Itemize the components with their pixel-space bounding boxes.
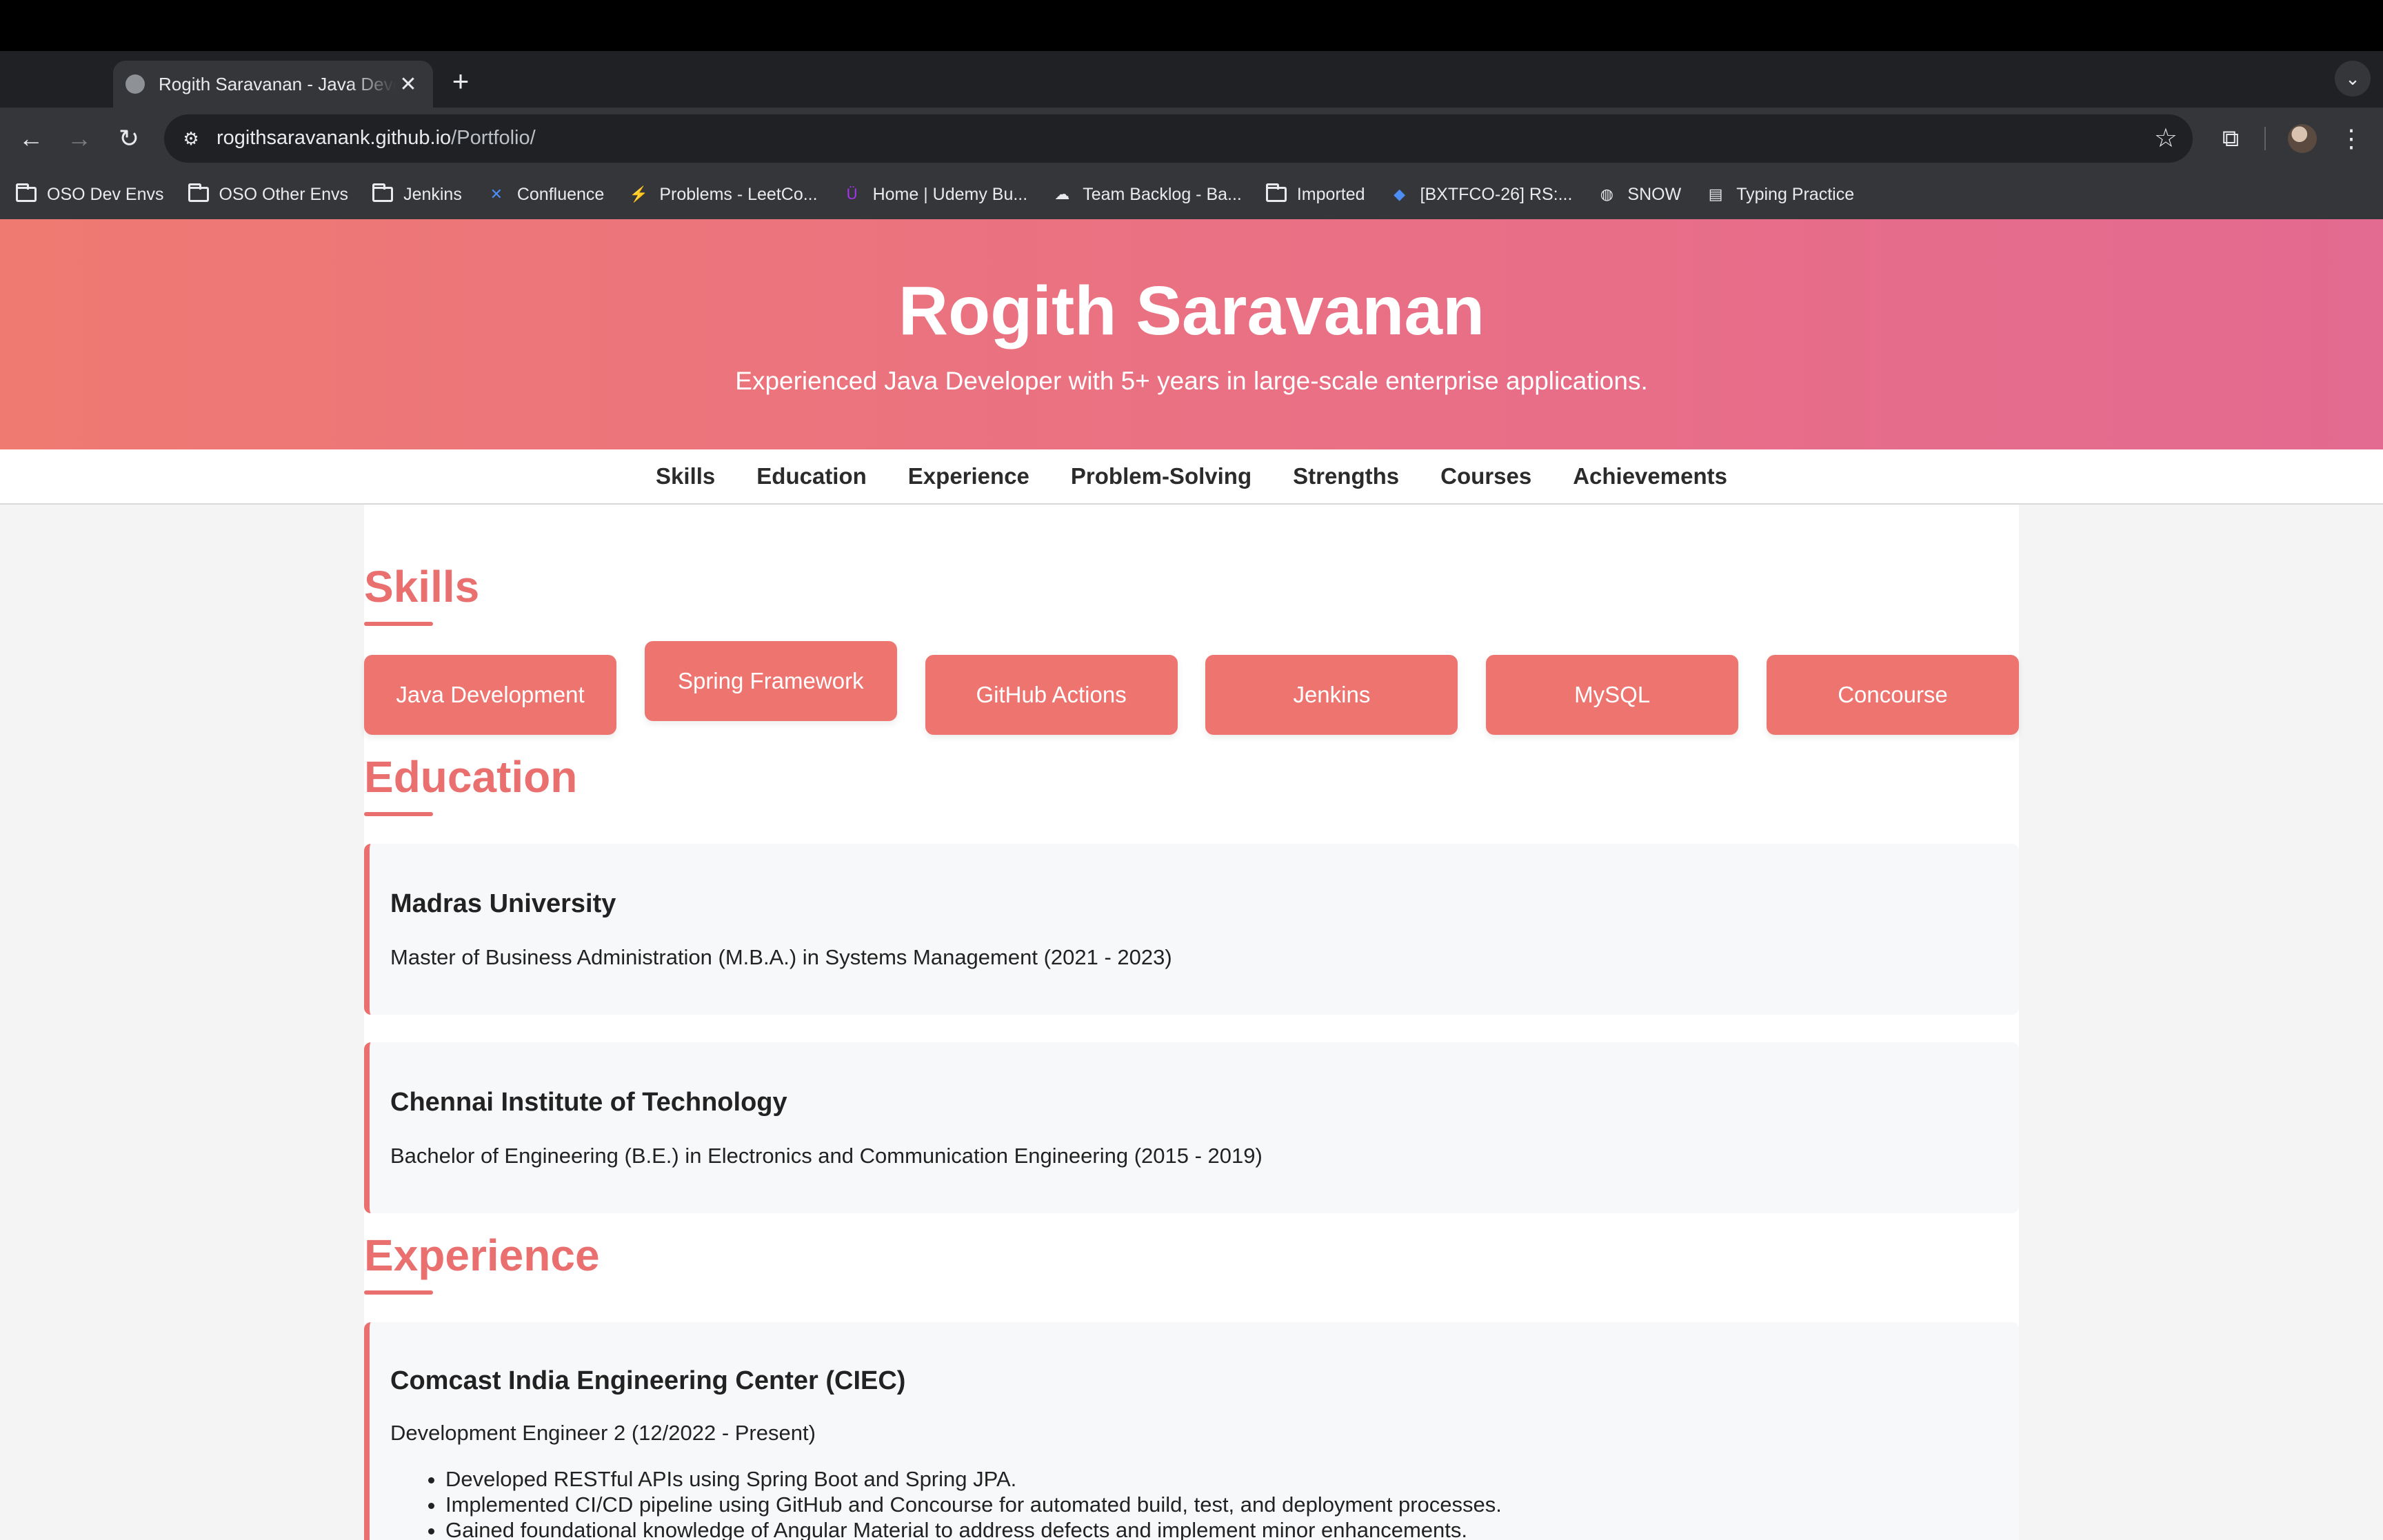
- bookmark-label: Problems - LeetCo...: [659, 184, 818, 204]
- education-heading: Education: [364, 752, 578, 816]
- new-tab-button[interactable]: +: [447, 65, 474, 98]
- skill-card[interactable]: Spring Framework: [644, 641, 897, 721]
- bookmark-star-icon[interactable]: ☆: [2154, 123, 2178, 154]
- hero-header: Rogith Saravanan Experienced Java Develo…: [0, 219, 2383, 449]
- main-content: Skills Java Development Spring Framework G…: [364, 505, 2019, 1540]
- skill-card[interactable]: Concourse: [1767, 655, 2019, 735]
- folder-icon: [188, 183, 210, 203]
- backlog-icon: ☁: [1054, 185, 1070, 203]
- nav-link-problem-solving[interactable]: Problem-Solving: [1071, 463, 1251, 489]
- tab-title: Rogith Saravanan - Java Developer: [159, 73, 396, 94]
- bookmark-label: Imported: [1296, 184, 1365, 204]
- jira-icon: ◆: [1394, 185, 1405, 203]
- skill-card[interactable]: Java Development: [364, 655, 616, 735]
- nav-link-courses[interactable]: Courses: [1440, 463, 1531, 489]
- nav-link-skills[interactable]: Skills: [656, 463, 715, 489]
- confluence-icon: ✕: [490, 185, 503, 203]
- folder-icon: [1265, 183, 1287, 203]
- bookmark-label: Home | Udemy Bu...: [872, 184, 1028, 204]
- experience-heading: Experience: [364, 1230, 600, 1295]
- nav-link-experience[interactable]: Experience: [908, 463, 1029, 489]
- list-item: Developed RESTful APIs using Spring Boot…: [445, 1466, 2019, 1492]
- degree-text: Bachelor of Engineering (B.E.) in Electr…: [390, 1144, 1263, 1168]
- nav-link-strengths[interactable]: Strengths: [1293, 463, 1399, 489]
- bookmark-item[interactable]: ⚡ Problems - LeetCo...: [627, 184, 818, 205]
- skill-card[interactable]: Jenkins: [1205, 655, 1458, 735]
- bookmark-item[interactable]: Jenkins: [372, 183, 462, 205]
- school-name: Chennai Institute of Technology: [390, 1088, 787, 1117]
- bookmark-item[interactable]: ◍ SNOW: [1596, 185, 1681, 205]
- browser-toolbar: ← → ↻ ⚙ rogithsaravanank.github.io/Portf…: [0, 108, 2383, 170]
- bookmark-label: Typing Practice: [1736, 184, 1855, 204]
- url-path: /Portfolio/: [451, 127, 536, 149]
- toolbar-divider: [2264, 127, 2266, 150]
- education-card: Chennai Institute of Technology Bachelor…: [364, 1042, 2019, 1213]
- reload-icon[interactable]: ↻: [112, 121, 146, 156]
- udemy-icon: Ü: [846, 185, 858, 203]
- experience-bullets: Developed RESTful APIs using Spring Boot…: [445, 1466, 2019, 1540]
- bookmark-item[interactable]: ☁ Team Backlog - Ba...: [1051, 185, 1242, 205]
- portfolio-page: Rogith Saravanan Experienced Java Develo…: [0, 219, 2383, 1540]
- list-item: Implemented CI/CD pipeline using GitHub …: [445, 1492, 2019, 1517]
- folder-icon: [372, 183, 394, 203]
- extensions-puzzle-icon[interactable]: ⧉: [2213, 121, 2248, 156]
- bookmark-label: [BXTFCO-26] RS:...: [1420, 184, 1573, 204]
- bookmark-label: SNOW: [1627, 184, 1682, 204]
- list-item: Gained foundational knowledge of Angular…: [445, 1517, 2019, 1540]
- address-bar[interactable]: ⚙ rogithsaravanank.github.io/Portfolio/ …: [164, 114, 2193, 163]
- browser-chrome: Rogith Saravanan - Java Developer ✕ + ⌄ …: [0, 0, 2383, 219]
- bookmark-item[interactable]: ✕ Confluence: [485, 184, 605, 205]
- tab-strip: Rogith Saravanan - Java Developer ✕ + ⌄: [0, 51, 2383, 108]
- close-tab-icon[interactable]: ✕: [396, 72, 421, 97]
- profile-avatar[interactable]: [2288, 124, 2317, 153]
- bookmark-item[interactable]: Imported: [1265, 183, 1365, 205]
- section-nav: Skills Education Experience Problem-Solving…: [0, 449, 2383, 505]
- bookmark-item[interactable]: ◆ [BXTFCO-26] RS:...: [1389, 184, 1573, 205]
- bookmark-item[interactable]: Ü Home | Udemy Bu...: [841, 185, 1028, 205]
- nav-link-achievements[interactable]: Achievements: [1573, 463, 1727, 489]
- bookmark-item[interactable]: OSO Other Envs: [188, 183, 349, 205]
- degree-text: Master of Business Administration (M.B.A…: [390, 945, 1172, 969]
- bookmarks-bar: OSO Dev Envs OSO Other Envs Jenkins ✕ Conflu…: [0, 170, 2383, 219]
- leetcode-icon: ⚡: [629, 185, 649, 203]
- company-name: Comcast India Engineering Center (CIEC): [390, 1366, 906, 1395]
- forward-arrow-icon[interactable]: →: [62, 121, 97, 156]
- bookmark-label: Team Backlog - Ba...: [1083, 184, 1242, 204]
- tagline: Experienced Java Developer with 5+ years…: [735, 367, 1648, 395]
- page-title: Rogith Saravanan: [898, 272, 1485, 349]
- active-tab[interactable]: Rogith Saravanan - Java Developer ✕: [113, 61, 433, 108]
- bookmark-item[interactable]: OSO Dev Envs: [15, 183, 164, 205]
- bookmark-label: OSO Other Envs: [219, 184, 349, 204]
- url-text[interactable]: rogithsaravanank.github.io/Portfolio/: [217, 127, 536, 150]
- bookmark-label: OSO Dev Envs: [47, 184, 164, 204]
- globe-icon: ◍: [1600, 185, 1613, 203]
- nav-link-education[interactable]: Education: [756, 463, 867, 489]
- site-settings-icon[interactable]: ⚙: [177, 124, 205, 153]
- folder-icon: [15, 183, 37, 203]
- experience-card: Comcast India Engineering Center (CIEC) …: [364, 1322, 2019, 1540]
- typing-icon: ▤: [1708, 185, 1723, 203]
- role-text: Development Engineer 2 (12/2022 - Presen…: [390, 1421, 816, 1445]
- school-name: Madras University: [390, 889, 616, 918]
- tab-search-chevron-icon[interactable]: ⌄: [2335, 61, 2371, 97]
- education-card: Madras University Master of Business Adm…: [364, 844, 2019, 1015]
- bookmark-label: Jenkins: [403, 184, 462, 204]
- window-top-bar: [0, 0, 2383, 51]
- bookmark-label: Confluence: [516, 184, 605, 204]
- skill-card[interactable]: MySQL: [1486, 655, 1739, 735]
- url-host: rogithsaravanank.github.io: [217, 127, 452, 149]
- skill-card[interactable]: GitHub Actions: [925, 655, 1178, 735]
- more-menu-icon[interactable]: ⋮: [2337, 121, 2365, 156]
- globe-icon: [125, 74, 145, 94]
- bookmark-item[interactable]: ▤ Typing Practice: [1705, 185, 1854, 205]
- back-arrow-icon[interactable]: ←: [14, 121, 48, 156]
- skills-heading: Skills: [364, 562, 480, 626]
